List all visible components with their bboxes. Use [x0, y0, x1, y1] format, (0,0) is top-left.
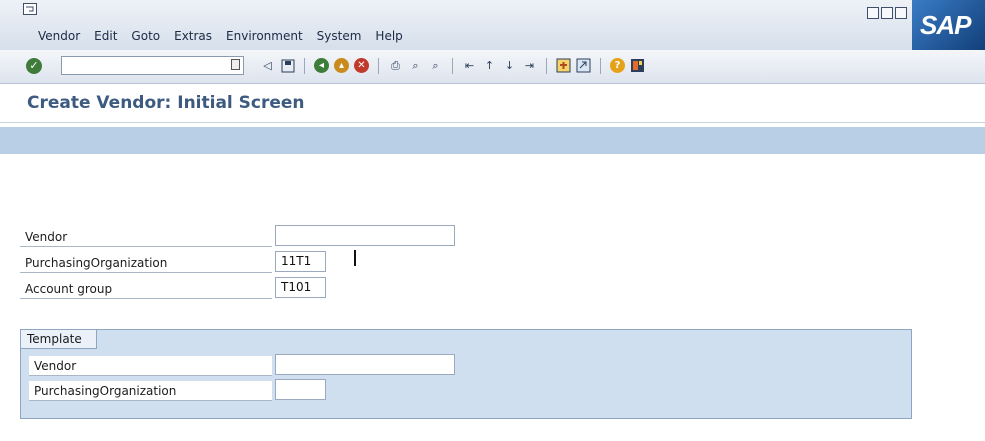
shortcut-icon[interactable]: [575, 57, 592, 74]
toolbar-separator: [600, 57, 601, 74]
cancel-icon[interactable]: ✕: [353, 57, 370, 74]
toolbar-separator: [304, 57, 305, 74]
command-field[interactable]: [61, 56, 244, 75]
menu-help[interactable]: Help: [375, 29, 402, 43]
last-page-icon[interactable]: ⇥: [521, 57, 538, 74]
print-icon[interactable]: ⎙: [387, 57, 404, 74]
menu-environment[interactable]: Environment: [226, 29, 303, 43]
exit-icon[interactable]: ▴: [333, 57, 350, 74]
first-page-icon[interactable]: ⇤: [461, 57, 478, 74]
toolbar-icons: ◁ ◂ ▴ ✕ ⎙ ⌕ ⌕ ⇤ ↑ ↓ ⇥ ?: [259, 57, 646, 74]
template-vendor-label: Vendor: [29, 356, 272, 376]
template-group-title: Template: [21, 330, 97, 349]
purchasing-organization-input[interactable]: 11T1: [275, 251, 326, 272]
template-purchasing-organization-input[interactable]: [275, 379, 326, 400]
vendor-label: Vendor: [20, 227, 272, 247]
toolbar-separator: [546, 57, 547, 74]
next-page-icon[interactable]: ↓: [501, 57, 518, 74]
back-green-icon[interactable]: ◂: [313, 57, 330, 74]
sap-logo-text: SAP: [920, 10, 971, 40]
template-purchasing-organization-label: PurchasingOrganization: [29, 381, 272, 401]
maximize-button[interactable]: [881, 7, 893, 19]
account-group-input[interactable]: T101: [275, 277, 326, 298]
find-next-icon[interactable]: ⌕: [427, 57, 444, 74]
layout-icon[interactable]: [629, 57, 646, 74]
template-vendor-input[interactable]: [275, 354, 455, 375]
menu-edit[interactable]: Edit: [94, 29, 117, 43]
back-icon[interactable]: ◁: [259, 57, 276, 74]
toolbar-separator: [378, 57, 379, 74]
purchasing-organization-label: PurchasingOrganization: [20, 253, 272, 273]
menu-vendor[interactable]: Vendor: [38, 29, 80, 43]
sap-logo: SAP: [912, 0, 985, 50]
system-menu-icon[interactable]: [23, 3, 37, 15]
help-icon[interactable]: ?: [609, 57, 626, 74]
vendor-input[interactable]: [275, 225, 455, 246]
find-icon[interactable]: ⌕: [407, 57, 424, 74]
application-toolbar: [0, 127, 985, 154]
account-group-label: Account group: [20, 279, 272, 299]
page-title: Create Vendor: Initial Screen: [27, 93, 305, 113]
text-cursor: [354, 250, 356, 266]
enter-icon[interactable]: ✓: [26, 58, 42, 74]
menu-system[interactable]: System: [317, 29, 362, 43]
toolbar-separator: [452, 57, 453, 74]
menu-extras[interactable]: Extras: [174, 29, 212, 43]
window-controls: [867, 7, 907, 19]
menu-items: Vendor Edit Goto Extras Environment Syst…: [38, 29, 403, 43]
menu-bar: Vendor Edit Goto Extras Environment Syst…: [0, 0, 985, 51]
close-button[interactable]: [895, 7, 907, 19]
command-history-icon[interactable]: [231, 59, 240, 70]
new-session-icon[interactable]: [555, 57, 572, 74]
prev-page-icon[interactable]: ↑: [481, 57, 498, 74]
menu-goto[interactable]: Goto: [131, 29, 160, 43]
save-icon[interactable]: [279, 57, 296, 74]
minimize-button[interactable]: [867, 7, 879, 19]
